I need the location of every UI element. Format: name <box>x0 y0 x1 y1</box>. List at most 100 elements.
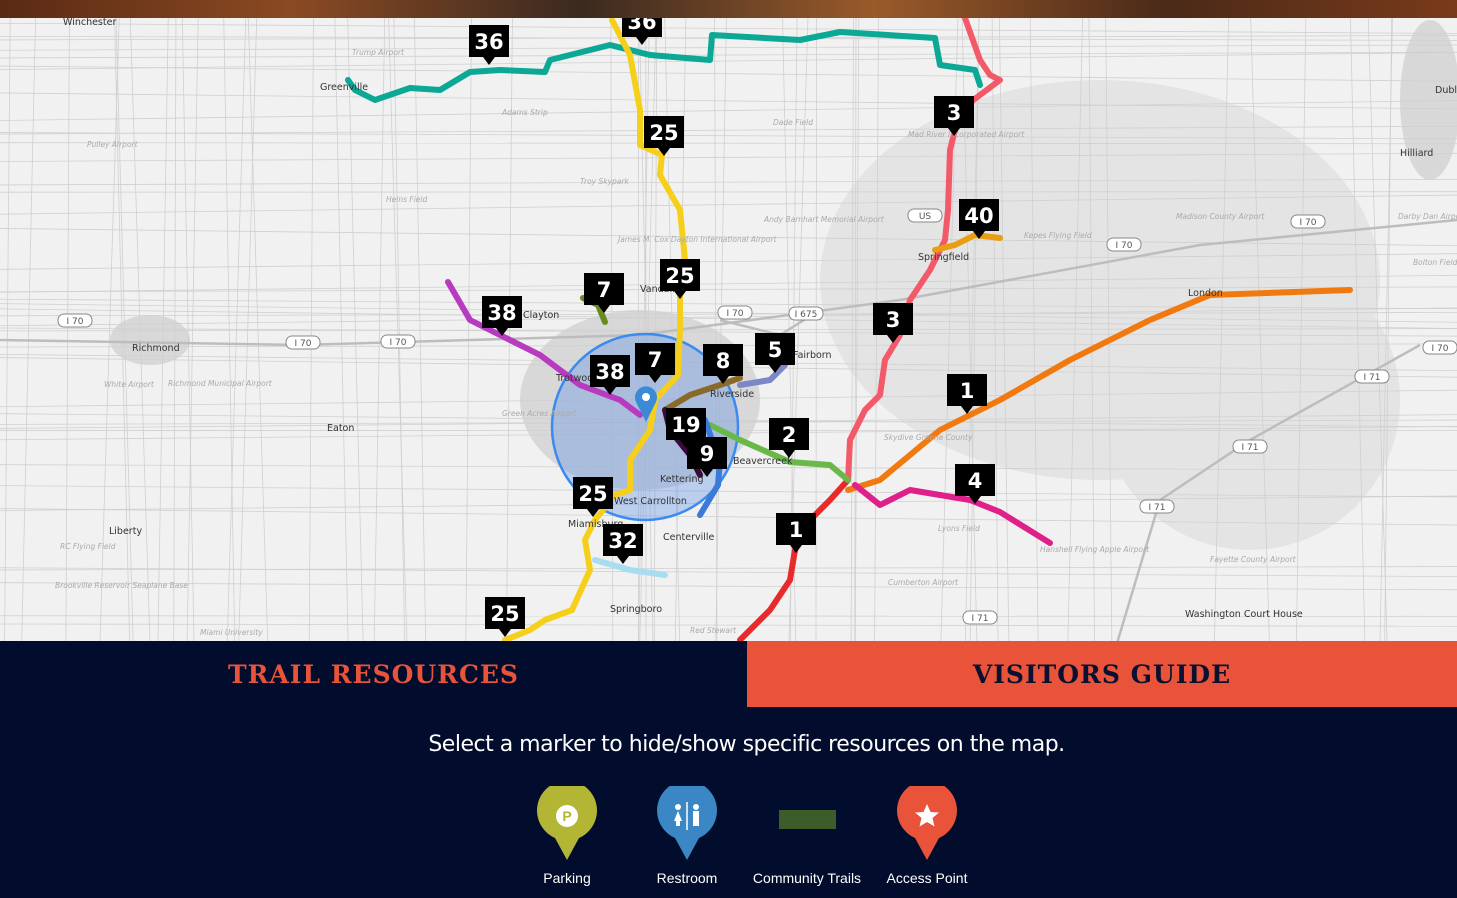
airport-label: Richmond Municipal Airport <box>168 379 273 388</box>
airport-label: Adams Strip <box>501 108 548 117</box>
road <box>0 65 1457 82</box>
town-label: Dublin <box>1435 85 1457 96</box>
highway-label: I 71 <box>972 614 989 624</box>
road <box>4 18 11 641</box>
road <box>0 582 1457 591</box>
airport-label: Dade Field <box>773 118 813 127</box>
svg-text:1: 1 <box>789 518 804 542</box>
airport-label: Andy Barnhart Memorial Airport <box>763 215 885 224</box>
trail-marker-32[interactable]: 32 <box>603 524 643 564</box>
town-label: Richmond <box>132 343 180 354</box>
road <box>393 18 405 641</box>
road <box>334 18 349 641</box>
airport-label: Fayette County Airport <box>1210 555 1297 564</box>
svg-text:7: 7 <box>597 278 612 302</box>
airport-label: Hanshell Flying Apple Airport <box>1040 545 1150 554</box>
svg-text:5: 5 <box>768 338 783 362</box>
road <box>388 18 408 641</box>
trail-map[interactable]: Winchester Greenville Richmond Eaton Liberty… <box>0 18 1457 641</box>
highway-label: I 675 <box>795 310 818 320</box>
town-label: Liberty <box>109 526 142 537</box>
town-label: Clayton <box>523 310 559 321</box>
airport-label: Heins Field <box>386 195 427 204</box>
tab-visitors-guide[interactable]: VISITORS GUIDE <box>747 641 1457 707</box>
trail-marker-2[interactable]: 2 <box>769 418 809 458</box>
airport-label: Mad River Incorporated Airport <box>908 130 1025 139</box>
trail-marker-5[interactable]: 5 <box>755 333 795 373</box>
svg-text:32: 32 <box>608 529 637 553</box>
svg-text:1: 1 <box>960 379 975 403</box>
airport-label: James M. Cox Dayton International Airpor… <box>616 235 777 244</box>
airport-label: Skydive Greene County <box>884 433 973 442</box>
airport-label: Red Stewart <box>690 626 737 635</box>
town-label: Springfield <box>918 252 969 263</box>
town-label: Hilliard <box>1400 148 1433 159</box>
town-label: Centerville <box>663 532 715 543</box>
trail-marker-1[interactable]: 1 <box>776 513 816 553</box>
resource-tabs: TRAIL RESOURCES VISITORS GUIDE <box>0 641 1457 707</box>
trail-marker-7[interactable]: 7 <box>584 273 624 313</box>
svg-text:2: 2 <box>782 423 797 447</box>
header-banner-image <box>0 0 1457 18</box>
airport-label: Kepes Flying Field <box>1024 231 1092 240</box>
svg-text:25: 25 <box>665 264 694 288</box>
town-label: Kettering <box>660 474 704 485</box>
trail-marker-25[interactable]: 25 <box>485 597 525 637</box>
svg-text:36: 36 <box>474 30 503 54</box>
highway-label: I 71 <box>1364 373 1381 383</box>
airport-label: White Airport <box>104 380 155 389</box>
highway-label: I 70 <box>390 338 407 348</box>
airport-label: Brookville Reservoir Seaplane Base <box>55 581 188 590</box>
airport-label: Cumberton Airport <box>888 578 959 587</box>
svg-text:P: P <box>562 808 571 824</box>
access-point-pin-icon <box>897 786 957 860</box>
svg-text:25: 25 <box>578 482 607 506</box>
svg-text:19: 19 <box>671 413 700 437</box>
trail-marker-36[interactable]: 36 <box>622 18 662 45</box>
town-label: West Carrollton <box>614 496 687 507</box>
road <box>0 92 1457 110</box>
highway-label: I 70 <box>1432 344 1449 354</box>
trail-line-icon <box>779 810 836 829</box>
town-label: Beavercreek <box>733 456 793 467</box>
town-label: Washington Court House <box>1185 609 1303 620</box>
airport-label: RC Flying Field <box>60 542 116 551</box>
road <box>21 18 36 641</box>
airport-label: Darby Dan Airport <box>1398 212 1457 221</box>
airport-label: Pulley Airport <box>87 140 139 149</box>
map-canvas[interactable]: Winchester Greenville Richmond Eaton Liberty… <box>0 18 1457 641</box>
town-label: Springboro <box>610 604 662 615</box>
town-label: Riverside <box>710 389 754 400</box>
town-label: Winchester <box>63 18 116 28</box>
highway-label: I 70 <box>295 339 312 349</box>
trail-marker-36[interactable]: 36 <box>469 25 509 65</box>
legend-label: Parking <box>543 870 591 886</box>
svg-text:38: 38 <box>595 360 624 384</box>
airport-label: Miami University <box>200 628 263 637</box>
svg-text:4: 4 <box>968 469 983 493</box>
svg-text:8: 8 <box>716 349 731 373</box>
airport-label: Madison County Airport <box>1176 212 1265 221</box>
svg-text:25: 25 <box>649 121 678 145</box>
instructions-text: Select a marker to hide/show specific re… <box>428 732 1065 757</box>
airport-label: Lyons Field <box>938 524 980 533</box>
legend-label: Restroom <box>656 870 718 886</box>
svg-text:9: 9 <box>700 442 715 466</box>
airport-label: Bolton Field <box>1413 258 1457 267</box>
legend-label: Access Point <box>886 870 968 886</box>
airport-label: Green Acres Airport <box>502 409 577 418</box>
road <box>0 44 1457 51</box>
road <box>0 567 1457 578</box>
town-label: Fairborn <box>793 350 832 361</box>
highway-label: I 70 <box>67 317 84 327</box>
highway-label: I 71 <box>1149 503 1166 513</box>
highway-label: US <box>919 212 932 222</box>
tab-trail-resources[interactable]: TRAIL RESOURCES <box>0 641 747 707</box>
airport-label: Trump Airport <box>352 48 405 57</box>
restroom-pin-icon <box>657 786 717 860</box>
town-label: London <box>1188 288 1223 299</box>
parking-pin-icon: P <box>537 786 597 860</box>
road <box>1384 18 1393 641</box>
highway-label: I 70 <box>727 309 744 319</box>
svg-text:3: 3 <box>947 101 962 125</box>
